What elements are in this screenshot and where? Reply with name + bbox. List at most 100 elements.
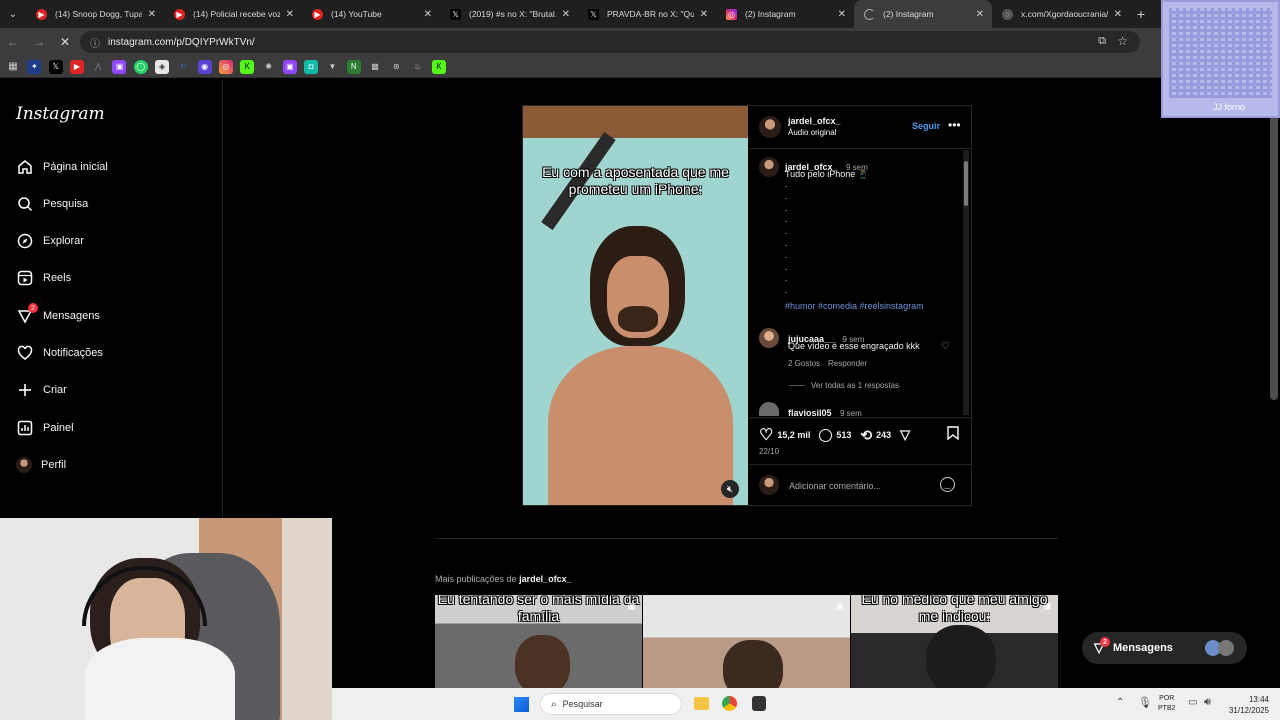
microphone-icon[interactable]: 🎙︎ — [1138, 696, 1152, 709]
kick-bookmark-icon[interactable]: K — [431, 59, 446, 74]
caption-dot: . — [785, 286, 788, 296]
nav-search[interactable]: Pesquisa — [16, 192, 88, 216]
more-posts-username[interactable]: jardel_ofcx_ — [519, 574, 572, 584]
follow-button[interactable]: Seguir — [912, 121, 940, 131]
author-avatar[interactable] — [759, 116, 781, 138]
like-heart-icon[interactable]: ♡ — [759, 425, 773, 445]
bookmark-icon[interactable]: ↻ — [176, 60, 190, 74]
forward-arrow-icon[interactable]: → — [26, 35, 52, 49]
emoji-icon[interactable]: ‿ — [940, 477, 955, 492]
browser-tab[interactable]: 𝕏 PRAVDA-BR no X: "Quand ✕ — [578, 0, 716, 28]
close-tab-icon[interactable]: ✕ — [1114, 9, 1122, 20]
kick-bookmark-icon[interactable]: K — [240, 59, 255, 74]
browser-tab[interactable]: ▶ (14) Policial recebe voz de ✕ — [164, 0, 302, 28]
bookmark-icon[interactable]: ✦ — [27, 59, 42, 74]
windows-start-icon[interactable] — [514, 697, 529, 712]
reel-video[interactable]: Eu com a aposentada que me prometeu um i… — [523, 106, 748, 505]
network-icon[interactable]: ▭ — [1188, 697, 1197, 708]
app-icon[interactable] — [752, 696, 766, 711]
apps-grid-icon[interactable]: ▦ — [6, 60, 20, 74]
close-tab-icon[interactable]: ✕ — [148, 9, 156, 20]
hashtags-link[interactable]: #humor #comedia #reelsinstagram — [785, 301, 924, 311]
close-tab-icon[interactable]: ✕ — [700, 9, 708, 20]
share-send-icon[interactable]: ▽ — [900, 427, 910, 443]
nav-create[interactable]: Criar — [16, 378, 67, 402]
instagram-logo[interactable]: Instagram — [16, 104, 105, 124]
view-replies-button[interactable]: Ver todas as 1 respostas — [811, 381, 899, 390]
bookmark-icon[interactable]: ⋀ — [91, 60, 105, 74]
more-post-thumbnail[interactable]: ▣ — [643, 595, 850, 690]
messages-pill-button[interactable]: ▽ 2 Mensagens — [1082, 632, 1247, 664]
x-bookmark-icon[interactable]: 𝕏 — [48, 59, 63, 74]
browser-tab[interactable]: ▶ (14) Snoop Dogg, Tupac ✕ — [26, 0, 164, 28]
bookmark-icon[interactable]: ✺ — [262, 60, 276, 74]
like-count[interactable]: 15,2 mil — [777, 430, 810, 440]
audio-label[interactable]: Áudio original — [788, 128, 836, 137]
browser-tab-active[interactable]: (2) Instagram ✕ — [854, 0, 992, 28]
mute-icon[interactable]: 🔇︎ — [721, 480, 739, 498]
file-explorer-icon[interactable] — [694, 697, 709, 710]
chrome-icon[interactable] — [722, 696, 737, 711]
browser-tab[interactable]: 𝕏 (2019) #s no X: "Brutal. O ✕ — [440, 0, 578, 28]
commenter-avatar[interactable] — [759, 328, 779, 348]
nav-notifications[interactable]: Notificações — [16, 341, 103, 365]
nav-profile[interactable]: Perfil — [16, 453, 66, 477]
close-tab-icon[interactable]: ✕ — [976, 9, 984, 20]
bookmark-icon[interactable]: ◉ — [197, 59, 212, 74]
url-field[interactable]: ⓘ instagram.com/p/DQIYPrWkTVn/ ⧉ ☆ — [80, 31, 1140, 53]
save-bookmark-icon[interactable] — [947, 426, 959, 445]
bookmark-icon[interactable]: ♨ — [411, 60, 425, 74]
reply-button[interactable]: Responder — [828, 359, 867, 368]
add-comment-input[interactable]: Adicionar comentário... — [789, 481, 881, 491]
language-indicator[interactable]: POR PTB2 — [1158, 694, 1176, 714]
like-comment-heart-icon[interactable]: ♡ — [941, 341, 950, 352]
comment-bubble-icon[interactable] — [819, 428, 833, 442]
page-scrollbar-thumb[interactable] — [1270, 80, 1278, 400]
more-post-thumbnail[interactable]: Eu no médico que meu amigo me indicou: ▣ — [851, 595, 1058, 690]
author-username[interactable]: jardel_ofcx_ — [788, 116, 841, 126]
bookmark-icon[interactable]: ▼ — [325, 60, 339, 74]
comment-likes[interactable]: 2 Gostos — [788, 359, 820, 368]
browser-tab[interactable]: ◎ (2) Instagram ✕ — [716, 0, 854, 28]
stop-loading-icon[interactable]: ✕ — [52, 35, 78, 49]
bookmark-star-icon[interactable]: ☆ — [1117, 34, 1128, 48]
close-tab-icon[interactable]: ✕ — [838, 9, 846, 20]
bookmark-icon[interactable]: ◘ — [304, 59, 319, 74]
bookmark-icon[interactable]: ⊛ — [389, 60, 403, 74]
nav-home[interactable]: Página inicial — [16, 155, 108, 179]
reel-icon: ▣ — [627, 601, 636, 611]
post-details-panel: jardel_ofcx_ Áudio original Seguir ••• j… — [749, 106, 971, 505]
bookmark-icon[interactable]: ◈ — [155, 59, 170, 74]
browser-tab[interactable]: ◌ x.com/Xgordaoucrania/st ✕ — [992, 0, 1130, 28]
tab-search-chevron-icon[interactable]: ⌄ — [0, 0, 26, 28]
nav-dashboard[interactable]: Painel — [16, 416, 74, 440]
site-info-icon[interactable]: ⓘ — [90, 35, 100, 50]
volume-icon[interactable]: 🔊︎ — [1204, 696, 1211, 709]
youtube-bookmark-icon[interactable]: ▶ — [69, 59, 84, 74]
clock[interactable]: 13:44 31/12/2025 — [1225, 694, 1269, 716]
nav-messages[interactable]: 2 Mensagens — [16, 303, 100, 328]
install-app-icon[interactable]: ⧉ — [1098, 35, 1106, 48]
twitch-bookmark-icon[interactable]: ▣ — [282, 59, 297, 74]
more-post-thumbnail[interactable]: Eu tentando ser o mais mídia da família … — [435, 595, 642, 690]
close-tab-icon[interactable]: ✕ — [424, 9, 432, 20]
whatsapp-bookmark-icon[interactable]: ◯ — [133, 59, 148, 74]
author-avatar[interactable] — [759, 157, 779, 177]
nav-reels[interactable]: Reels — [16, 266, 71, 290]
instagram-bookmark-icon[interactable]: ◎ — [218, 59, 233, 74]
browser-tab[interactable]: ▶ (14) YouTube ✕ — [302, 0, 440, 28]
bookmark-icon[interactable]: N — [346, 59, 361, 74]
more-options-icon[interactable]: ••• — [948, 118, 961, 132]
new-tab-button[interactable]: + — [1130, 6, 1152, 22]
nav-explore[interactable]: Explorar — [16, 229, 84, 253]
repost-icon[interactable]: ⟲ — [860, 427, 872, 444]
taskbar-search-box[interactable]: ⌕ Pesquisar — [540, 693, 682, 715]
tray-chevron-icon[interactable]: ⌃ — [1116, 697, 1124, 708]
commenter-avatar[interactable] — [759, 402, 779, 416]
bookmark-icon[interactable]: ▩ — [368, 60, 382, 74]
scrollbar-thumb[interactable] — [964, 161, 968, 206]
back-arrow-icon[interactable]: ← — [0, 35, 26, 49]
twitch-bookmark-icon[interactable]: ▣ — [112, 59, 127, 74]
close-tab-icon[interactable]: ✕ — [286, 9, 294, 20]
close-tab-icon[interactable]: ✕ — [562, 9, 570, 20]
